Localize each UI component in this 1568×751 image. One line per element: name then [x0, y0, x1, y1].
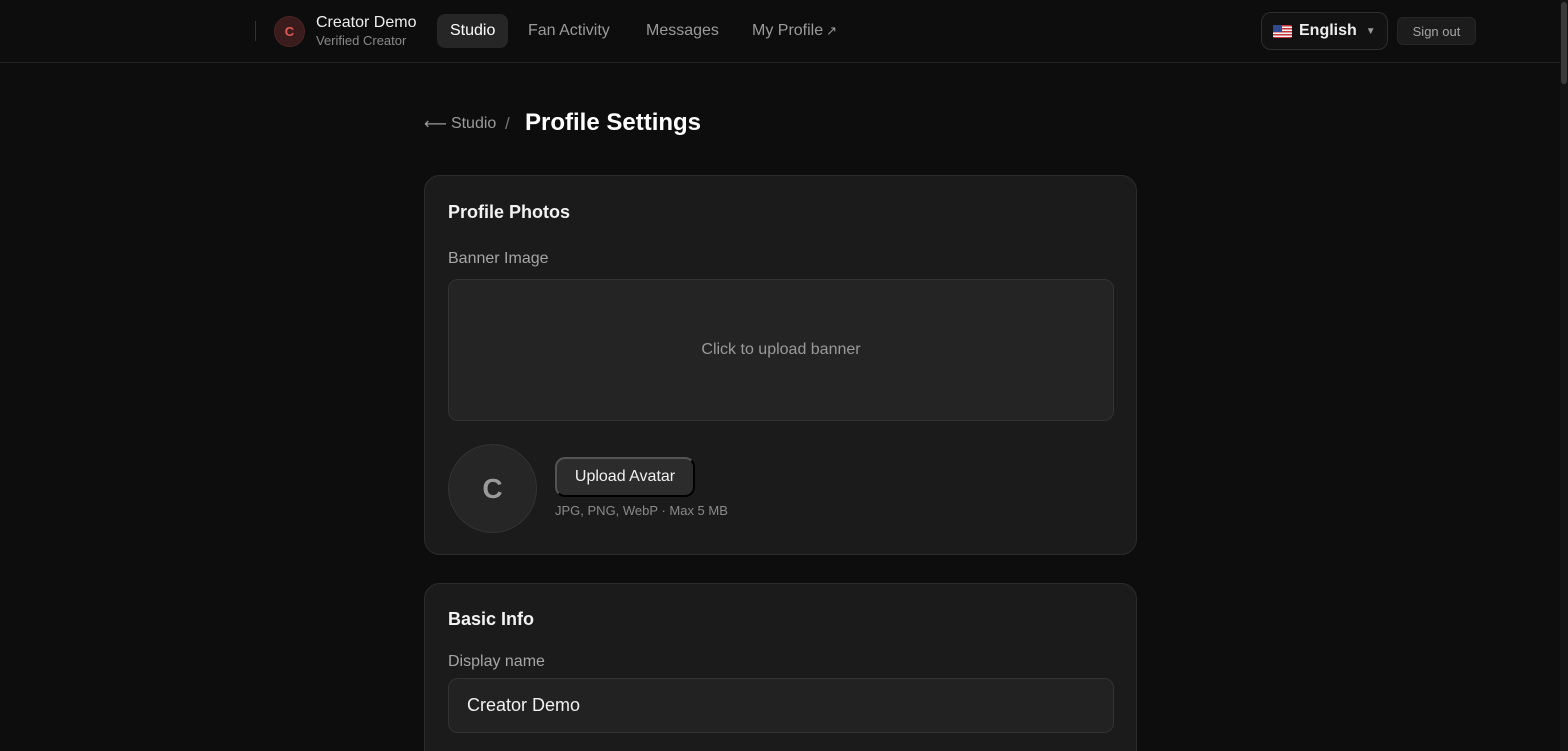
nav-fan-activity-label: Fan Activity: [528, 22, 610, 39]
breadcrumb-separator: /: [505, 114, 510, 133]
nav-fan-activity[interactable]: Fan Activity: [528, 14, 610, 48]
profile-avatar: C: [448, 444, 537, 533]
language-label: English: [1299, 22, 1357, 39]
nav-my-profile-label: My Profile: [752, 22, 824, 39]
display-name-input[interactable]: [448, 678, 1114, 733]
top-navigation-bar: C Creator Demo Verified Creator Studio F…: [0, 0, 1560, 63]
breadcrumb-back-link[interactable]: ⟵ Studio: [424, 114, 496, 134]
banner-upload-text: Click to upload banner: [701, 341, 861, 358]
page-title: Profile Settings: [525, 109, 702, 136]
us-flag-icon: [1273, 24, 1292, 38]
user-avatar[interactable]: C: [274, 16, 305, 47]
language-selector[interactable]: English ▼: [1261, 12, 1388, 50]
nav-studio-label: Studio: [450, 22, 496, 39]
arrow-left-icon: ⟵: [424, 116, 447, 133]
upload-avatar-button[interactable]: Upload Avatar: [555, 457, 695, 497]
basic-info-card: Basic Info Display name: [424, 583, 1137, 751]
scrollbar-thumb[interactable]: [1561, 2, 1567, 84]
page-scrollbar[interactable]: [1560, 0, 1568, 751]
profile-photos-title: Profile Photos: [448, 202, 571, 222]
sign-out-button[interactable]: Sign out: [1397, 17, 1476, 45]
basic-info-title: Basic Info: [448, 609, 535, 629]
chevron-down-icon: ▼: [1365, 25, 1376, 37]
header-divider: [255, 21, 256, 41]
user-name: Creator Demo: [316, 14, 417, 31]
banner-image-label: Banner Image: [448, 250, 549, 267]
profile-photos-card: Profile Photos Banner Image Click to upl…: [424, 175, 1137, 555]
nav-my-profile[interactable]: My Profile ↗: [752, 14, 837, 48]
external-link-icon: ↗: [826, 23, 838, 38]
nav-messages-label: Messages: [646, 22, 719, 39]
breadcrumb-back-label: Studio: [450, 115, 497, 132]
display-name-label: Display name: [448, 653, 545, 670]
upload-hint-text: JPG, PNG, WebP · Max 5 MB: [555, 503, 728, 518]
banner-upload-dropzone[interactable]: Click to upload banner: [448, 279, 1114, 421]
nav-messages[interactable]: Messages: [646, 14, 719, 48]
nav-studio[interactable]: Studio: [437, 14, 509, 48]
user-status: Verified Creator: [316, 33, 407, 48]
